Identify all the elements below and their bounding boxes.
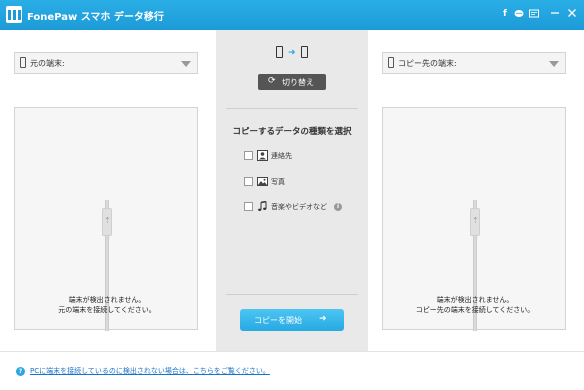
photo-icon [257,176,268,187]
switch-button[interactable]: ⟳ 切り替え [258,74,326,90]
photos-label: 写真 [271,178,285,186]
app-title: FonePaw スマホ データ移行 [27,12,164,23]
contacts-label: 連絡先 [271,152,292,160]
app-logo-icon [6,6,22,23]
source-panel: 元の端末: ⇡ 端末が検出されません。 元の端末を接続してください。 [0,30,216,351]
refresh-icon: ⟳ [268,76,276,86]
facebook-icon[interactable]: f [500,9,510,19]
chevron-down-icon [181,61,191,67]
contact-icon [257,150,268,161]
source-device-select[interactable]: 元の端末: [14,52,198,74]
help-icon: ? [16,367,25,376]
music-icon [257,200,268,212]
photos-checkbox[interactable] [244,177,253,186]
source-select-label: 元の端末: [30,59,65,68]
target-message-line1: 端末が検出されません。 [436,296,514,304]
start-copy-label: コピーを開始 [254,316,302,325]
media-label: 音楽やビデオなど [271,203,327,211]
footer: ? PCに端末を接続しているのに検出されない場合は、こちらをご覧ください。 [0,351,584,390]
info-icon[interactable]: i [334,203,342,211]
contacts-checkbox[interactable] [244,151,253,160]
data-type-title: コピーするデータの種類を選択 [232,127,352,137]
source-device-area: ⇡ 端末が検出されません。 元の端末を接続してください。 [14,107,199,331]
media-checkbox[interactable] [244,202,253,211]
transfer-direction-icon: ➜ [276,46,310,60]
source-message-line1: 端末が検出されません。 [68,296,146,304]
divider [226,108,358,109]
target-select-label: コピー先の端末: [398,59,457,68]
feedback-icon[interactable] [529,9,539,19]
source-message-line2: 元の端末を接続してください。 [58,306,156,314]
target-panel: コピー先の端末: ⇡ 端末が検出されません。 コピー先の端末を接続してください。 [368,30,584,351]
switch-button-label: 切り替え [282,78,314,87]
help-link[interactable]: PCに端末を接続しているのに検出されない場合は、こちらをご覧ください。 [30,366,270,376]
divider [226,294,358,295]
center-panel: ➜ ⟳ 切り替え コピーするデータの種類を選択 連絡先 写真 音楽やビデオなど … [216,30,368,351]
chat-icon[interactable] [514,9,524,19]
phone-icon [388,57,394,68]
start-copy-button[interactable]: コピーを開始 ➜ [240,309,344,331]
target-message-line2: コピー先の端末を接続してください。 [415,306,535,314]
target-status-message: 端末が検出されません。 コピー先の端末を接続してください。 [383,295,567,315]
phone-icon [20,57,26,68]
close-icon[interactable] [566,7,578,19]
arrow-right-icon: ➜ [319,314,327,324]
target-device-select[interactable]: コピー先の端末: [382,52,566,74]
target-device-area: ⇡ 端末が検出されません。 コピー先の端末を接続してください。 [382,107,567,331]
source-status-message: 端末が検出されません。 元の端末を接続してください。 [15,295,199,315]
title-bar: FonePaw スマホ データ移行 f [0,0,584,30]
minimize-icon[interactable] [549,7,561,19]
chevron-down-icon [549,61,559,67]
